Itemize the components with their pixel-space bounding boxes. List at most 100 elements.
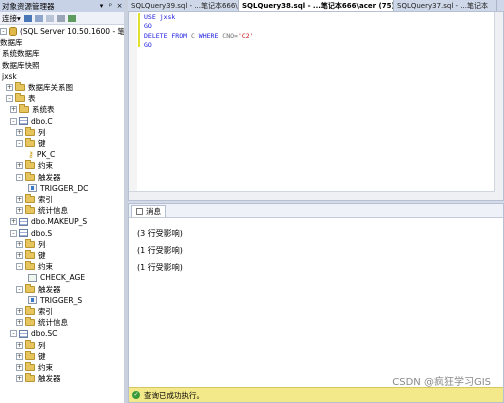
refresh-icon[interactable]: [67, 14, 76, 22]
collapse-icon[interactable]: -: [6, 95, 13, 103]
tree-node[interactable]: + 键: [16, 350, 46, 362]
tree-node[interactable]: + 系统表: [10, 104, 55, 115]
tree-node[interactable]: - 触发器: [16, 171, 61, 183]
tab-label: SQLQuery39.sql - ...笔记本666\acer (78)): [131, 1, 238, 10]
expand-icon[interactable]: +: [10, 106, 17, 114]
expand-icon[interactable]: +: [16, 341, 23, 349]
collapse-icon[interactable]: -: [10, 117, 17, 125]
tree-node-label: 数据库快照: [2, 60, 40, 70]
collapse-icon[interactable]: -: [0, 28, 7, 35]
tree-node[interactable]: + 统计信息: [16, 205, 68, 216]
code-line-2: GO: [144, 22, 152, 31]
collapse-icon[interactable]: -: [10, 229, 17, 237]
expand-icon[interactable]: +: [16, 319, 23, 327]
message-icon: [136, 208, 143, 215]
tree-node-label: TRIGGER_S: [40, 295, 83, 305]
tab-messages-label: 消息: [146, 207, 161, 216]
tree-node[interactable]: TRIGGER_S: [28, 295, 82, 306]
tree-node[interactable]: jxsk: [2, 71, 17, 82]
filter-icon[interactable]: [56, 14, 65, 22]
tree-node[interactable]: + 触发器: [16, 373, 61, 384]
tree-node[interactable]: + 约束: [16, 362, 53, 373]
tree-node[interactable]: -键: [16, 138, 46, 149]
collapse-icon[interactable]: -: [16, 140, 23, 147]
collapse-icon[interactable]: -: [16, 173, 23, 181]
tree-node-label: 数据库关系图: [28, 83, 73, 92]
tree-node[interactable]: - dbo.C: [10, 116, 53, 127]
results-tabstrip: 消息: [129, 204, 503, 218]
tree-node[interactable]: TRIGGER_DC: [28, 183, 88, 194]
tree-node[interactable]: + 约束: [16, 160, 53, 171]
query-editor[interactable]: USE jxsk GO DELETE FROM C WHERE CNO='C2'…: [128, 11, 504, 201]
expand-icon[interactable]: +: [10, 218, 17, 226]
tab-messages[interactable]: 消息: [131, 205, 166, 217]
tree-node-label: 数据库: [0, 38, 23, 48]
tree-node[interactable]: 数据库: [0, 37, 23, 48]
tree-node[interactable]: - 约束: [16, 261, 53, 272]
tab-sqlquery39[interactable]: SQLQuery39.sql - ...笔记本666\acer (78)): [128, 0, 239, 11]
connect-icon[interactable]: [23, 14, 32, 22]
sql-code[interactable]: USE jxsk GO DELETE FROM C WHERE CNO='C2'…: [144, 13, 254, 50]
close-icon[interactable]: ×: [115, 2, 124, 10]
expand-icon[interactable]: +: [16, 196, 23, 203]
success-icon: ✓: [132, 391, 140, 399]
tree-node[interactable]: + 列: [16, 238, 46, 250]
tree-node[interactable]: - dbo.S: [10, 228, 52, 239]
object-explorer-title: 对象资源管理器: [2, 1, 55, 11]
expand-icon[interactable]: +: [16, 207, 23, 215]
tree-node[interactable]: - 触发器: [16, 283, 61, 295]
disconnect-icon[interactable]: [34, 14, 43, 22]
expand-icon[interactable]: +: [16, 162, 23, 170]
editor-horizontal-scrollbar[interactable]: [129, 191, 495, 200]
tree-node[interactable]: + 列: [16, 126, 46, 138]
stop-icon[interactable]: [45, 14, 54, 22]
folder-icon: [25, 261, 35, 271]
document-tabstrip: SQLQuery39.sql - ...笔记本666\acer (78)) SQ…: [128, 0, 504, 11]
tree-node[interactable]: + 索引: [16, 194, 53, 205]
tree-node[interactable]: + 索引: [16, 306, 53, 317]
tree-node[interactable]: -表: [6, 93, 36, 104]
tree-node[interactable]: + dbo.MAKEUP_S: [10, 216, 87, 227]
expand-icon[interactable]: +: [16, 240, 23, 248]
tree-node-label: 约束: [38, 363, 53, 372]
tree-node-label: 列: [38, 340, 46, 350]
message-line: (3 行受影响): [137, 229, 183, 238]
watermark: CSDN @疯狂学习GIS: [392, 377, 491, 388]
folder-icon: [25, 362, 35, 371]
expand-icon[interactable]: +: [16, 364, 23, 371]
tree-node[interactable]: ⚷ PK_C: [28, 149, 55, 160]
expand-icon[interactable]: +: [16, 308, 23, 315]
expand-icon[interactable]: +: [6, 84, 13, 91]
expand-icon[interactable]: +: [16, 375, 23, 383]
tab-sqlquery38[interactable]: SQLQuery38.sql - ...笔记本666\acer (75))* ×: [239, 0, 394, 11]
folder-icon: [25, 306, 35, 315]
tree-node[interactable]: 系统数据库: [2, 48, 40, 59]
expand-icon[interactable]: +: [16, 128, 23, 136]
tree-node-label: 触发器: [38, 374, 61, 384]
editor-vertical-scrollbar[interactable]: [494, 12, 503, 200]
collapse-icon[interactable]: -: [16, 263, 23, 271]
change-marker: [138, 13, 140, 47]
tree-node[interactable]: - (SQL Server 10.50.1600 - 笔记本66: [0, 26, 124, 37]
tree-node[interactable]: 数据库快照: [2, 60, 40, 71]
tree-node-label: PK_C: [36, 150, 56, 160]
tab-sqlquery37[interactable]: SQLQuery37.sql - ...笔记本: [394, 0, 497, 11]
tree-node[interactable]: + 列: [16, 339, 46, 351]
tree-node[interactable]: - dbo.SC: [10, 328, 57, 339]
expand-icon[interactable]: +: [16, 352, 23, 360]
pin-icon[interactable]: ᵖ: [106, 2, 115, 10]
collapse-icon[interactable]: -: [16, 285, 23, 293]
collapse-icon[interactable]: -: [10, 330, 17, 338]
tree-node[interactable]: + 统计信息: [16, 317, 68, 328]
tree-node-label: 表: [28, 94, 36, 104]
folder-icon: [25, 250, 35, 259]
connect-button[interactable]: 连接▾: [2, 13, 21, 24]
dropdown-icon[interactable]: ▾: [97, 2, 106, 10]
tree-node[interactable]: + 数据库关系图: [6, 82, 73, 93]
expand-icon[interactable]: +: [16, 252, 23, 259]
tree-node[interactable]: CHECK_AGE: [28, 272, 85, 283]
tree-node-label: 索引: [38, 307, 53, 316]
message-line: (1 行受影响): [137, 246, 183, 255]
folder-icon: [15, 93, 25, 103]
tree-node[interactable]: + 键: [16, 250, 46, 261]
